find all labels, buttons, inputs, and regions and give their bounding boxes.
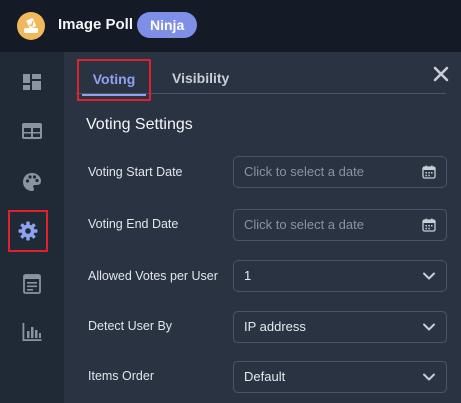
- detect-user-label: Detect User By: [88, 319, 173, 333]
- sidebar: [0, 52, 64, 403]
- table-icon: [22, 123, 42, 139]
- settings-panel: Voting Visibility Voting Settings Voting…: [64, 52, 461, 403]
- tab-voting[interactable]: Voting: [77, 59, 151, 101]
- plan-badge: Ninja: [137, 12, 198, 38]
- form-icon: [23, 274, 41, 294]
- votes-per-user-select[interactable]: 1: [233, 260, 447, 292]
- sidebar-item-dashboard[interactable]: [8, 62, 56, 102]
- sidebar-item-reports[interactable]: [8, 312, 56, 352]
- calendar-icon: [422, 165, 436, 179]
- items-order-label: Items Order: [88, 369, 154, 383]
- detect-user-value: IP address: [244, 319, 306, 334]
- tab-voting-label: Voting: [92, 71, 136, 87]
- end-date-label: Voting End Date: [88, 217, 179, 231]
- tab-visibility[interactable]: Visibility: [172, 52, 229, 94]
- tab-bar: Voting Visibility: [76, 52, 446, 101]
- active-tab-indicator: [82, 94, 146, 96]
- gear-icon: [18, 221, 38, 241]
- sidebar-item-settings[interactable]: [8, 210, 48, 252]
- dashboard-icon: [23, 74, 41, 90]
- votes-per-user-label: Allowed Votes per User: [88, 269, 218, 283]
- votes-per-user-value: 1: [244, 268, 252, 283]
- section-title: Voting Settings: [86, 116, 193, 133]
- poll-ballot-icon: [17, 12, 45, 40]
- chevron-down-icon: [423, 373, 435, 381]
- end-date-input[interactable]: Click to select a date: [233, 209, 447, 241]
- detect-user-select[interactable]: IP address: [233, 311, 447, 343]
- palette-icon: [23, 173, 41, 191]
- chevron-down-icon: [423, 272, 435, 280]
- sidebar-item-design[interactable]: [8, 162, 56, 202]
- chart-icon: [22, 323, 42, 341]
- close-icon[interactable]: [433, 66, 449, 82]
- start-date-placeholder: Click to select a date: [244, 164, 364, 179]
- start-date-label: Voting Start Date: [88, 165, 183, 179]
- chevron-down-icon: [423, 323, 435, 331]
- calendar-icon: [422, 218, 436, 232]
- app-window: Image Poll Ninja Voting Visibility Votin…: [0, 0, 461, 403]
- start-date-input[interactable]: Click to select a date: [233, 156, 447, 188]
- items-order-select[interactable]: Default: [233, 361, 447, 393]
- top-bar: Image Poll Ninja: [0, 0, 461, 52]
- app-title: Image Poll: [58, 16, 134, 33]
- sidebar-item-form[interactable]: [8, 264, 56, 304]
- end-date-placeholder: Click to select a date: [244, 217, 364, 232]
- sidebar-item-table[interactable]: [8, 111, 56, 151]
- items-order-value: Default: [244, 369, 286, 384]
